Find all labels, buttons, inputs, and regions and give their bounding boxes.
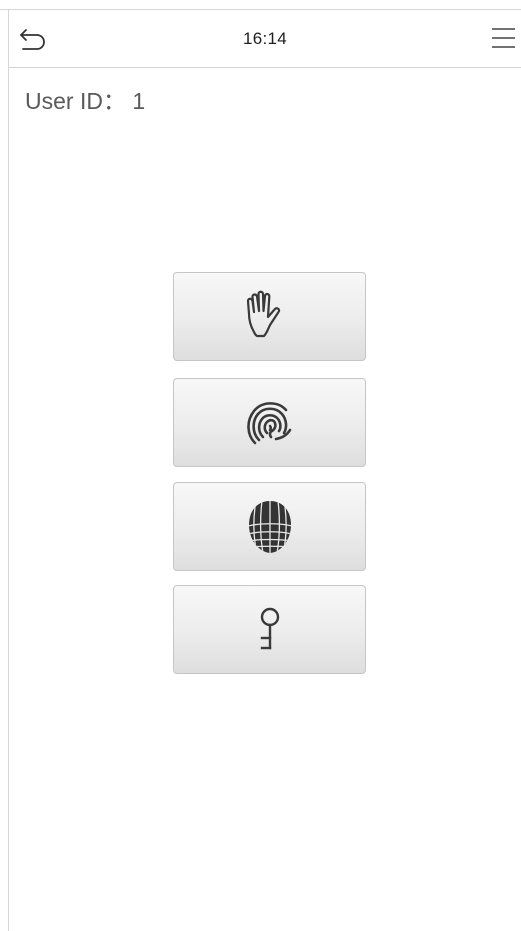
hamburger-menu-icon [492, 28, 515, 48]
password-verify-button[interactable] [173, 585, 366, 674]
face-icon [248, 500, 291, 553]
user-id-label: User ID： 1 [25, 88, 146, 114]
screen: 16:14 User ID： 1 [0, 0, 521, 931]
menu-button[interactable] [485, 22, 519, 56]
clock-time: 16:14 [242, 29, 288, 48]
face-verify-button[interactable] [173, 482, 366, 571]
palm-icon [246, 290, 280, 337]
left-border [8, 9, 9, 931]
fingerprint-verify-button[interactable] [173, 378, 366, 467]
palm-verify-button[interactable] [173, 272, 366, 361]
fingerprint-icon [246, 401, 291, 444]
header-bar: 16:14 [9, 10, 521, 68]
key-icon [260, 607, 279, 649]
